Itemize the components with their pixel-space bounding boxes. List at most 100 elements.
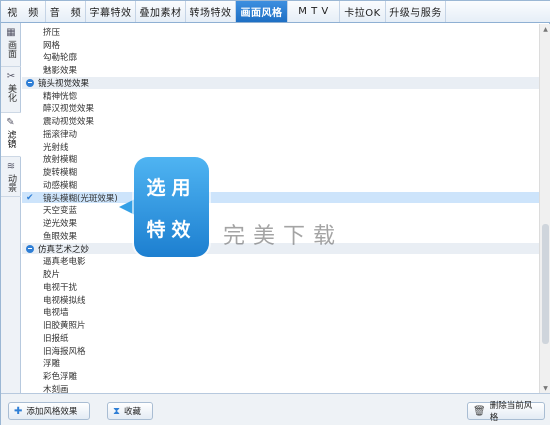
list-item[interactable]: 魅影效果 bbox=[22, 64, 539, 76]
collect-button[interactable]: ⧗ 收藏 bbox=[107, 402, 153, 420]
list-scrollbar[interactable]: ▲ ▼ bbox=[539, 24, 550, 393]
side-tab-0[interactable]: ▦ 画面 bbox=[1, 23, 21, 67]
list-item-label: 旋转模糊 bbox=[43, 168, 78, 178]
list-item[interactable]: 浮雕 bbox=[22, 358, 539, 370]
list-item[interactable]: 摇滚律动 bbox=[22, 128, 539, 140]
list-item[interactable]: 旋转模糊 bbox=[22, 166, 539, 178]
list-item[interactable]: 醉汉视觉效果 bbox=[22, 103, 539, 115]
tab-5[interactable]: 画面风格 bbox=[236, 1, 288, 22]
list-item-label: 逆光效果 bbox=[43, 219, 78, 229]
tab-3[interactable]: 叠加素材 bbox=[136, 1, 186, 22]
top-tab-bar: 视 频音 频字幕特效 叠加素材 转场特效 画面风格 M T V 卡拉OK 升级与服务 bbox=[1, 1, 550, 23]
side-tab-icon: ▦ bbox=[6, 27, 16, 38]
list-item-label: 旧海报风格 bbox=[43, 346, 86, 357]
watermark: 完美下载 bbox=[223, 224, 344, 249]
callout-line-1: 选用 bbox=[146, 177, 197, 199]
list-item[interactable]: 旧胶黄照片 bbox=[22, 319, 539, 331]
collect-label: 收藏 bbox=[124, 407, 142, 417]
list-item[interactable]: 震动视觉效果 bbox=[22, 115, 539, 127]
tab-8[interactable]: 升级与服务 bbox=[386, 1, 446, 22]
list-item[interactable]: 旧报纸 bbox=[22, 332, 539, 344]
callout-line-2: 特效 bbox=[146, 219, 197, 241]
list-item-label: 镜头模糊(光斑效果) bbox=[43, 193, 118, 204]
side-tab-label: 动景 bbox=[6, 174, 16, 192]
list-item-label: 旧报纸 bbox=[43, 333, 69, 344]
list-item-label: 电视干扰 bbox=[43, 282, 78, 293]
hourglass-icon: ⧗ bbox=[113, 405, 121, 417]
side-tab-1[interactable]: ✂ 美化 bbox=[1, 67, 21, 113]
side-tab-icon: ✎ bbox=[6, 117, 15, 128]
list-item-label: 挤压 bbox=[43, 27, 61, 38]
list-item-label: 放射模糊 bbox=[43, 155, 78, 166]
tab-2[interactable]: 字幕特效 bbox=[86, 1, 136, 22]
side-tab-label: 滤镜 bbox=[5, 130, 16, 148]
list-item[interactable]: 旧海报风格 bbox=[22, 345, 539, 357]
scroll-thumb[interactable] bbox=[542, 224, 549, 344]
list-item-label: 胶片 bbox=[43, 270, 61, 280]
callout-pointer bbox=[119, 199, 135, 215]
list-group-header[interactable]: 镜头视觉效果 bbox=[22, 77, 539, 89]
list-item-label: 魅影效果 bbox=[43, 66, 78, 76]
collapse-toggle-icon[interactable] bbox=[26, 78, 34, 87]
list-item-label: 醉汉视觉效果 bbox=[43, 104, 95, 115]
list-item[interactable]: 勾勒轮廓 bbox=[22, 52, 539, 64]
list-item[interactable]: 光射线 bbox=[22, 141, 539, 153]
scroll-up-arrow-icon[interactable]: ▲ bbox=[540, 24, 550, 34]
tab-7[interactable]: 卡拉OK bbox=[340, 1, 386, 22]
side-tab-label: 画面 bbox=[6, 40, 16, 58]
effect-list: 挤压网格勾勒轮廓魅影效果镜头视觉效果精神恍惚醉汉视觉效果 震动视觉效果 摇滚律动光射… bbox=[22, 24, 539, 393]
list-item[interactable]: 放射模糊 bbox=[22, 154, 539, 166]
list-item[interactable]: 天空变蓝 bbox=[22, 205, 539, 217]
list-item[interactable]: 动感模糊 bbox=[22, 179, 539, 191]
tab-6[interactable]: M T V bbox=[288, 1, 340, 22]
list-item-label: 浮雕 bbox=[43, 359, 61, 370]
tab-4[interactable]: 转场特效 bbox=[186, 1, 236, 22]
scroll-down-arrow-icon[interactable]: ▼ bbox=[540, 383, 550, 393]
tab-0[interactable]: 视 频 bbox=[1, 1, 46, 22]
list-item-label: 电视模拟线 bbox=[43, 295, 86, 306]
side-tab-label: 美化 bbox=[6, 84, 16, 102]
trash-icon: 🗑 bbox=[473, 405, 486, 417]
list-item[interactable]: ✔ 镜头模糊(光斑效果) bbox=[22, 191, 539, 204]
list-item[interactable]: 胶片 bbox=[22, 268, 539, 280]
list-item-label: 摇滚律动 bbox=[43, 129, 78, 140]
list-item-label: 鱼眼效果 bbox=[43, 231, 78, 242]
list-item-label: 木刻画 bbox=[43, 384, 69, 393]
list-item-label: 动感模糊 bbox=[43, 180, 78, 191]
list-item[interactable]: 木刻画 bbox=[22, 383, 539, 393]
list-item-label: 网格 bbox=[43, 40, 61, 51]
list-item-label: 彩色浮雕 bbox=[43, 372, 78, 382]
list-item[interactable]: 彩色浮雕 bbox=[22, 370, 539, 382]
bottom-toolbar: ✚ 添加风格效果 ⧗ 收藏 🗑 删除当前风格 bbox=[1, 393, 550, 425]
list-item-label: 震动视觉效果 bbox=[43, 117, 95, 127]
side-tab-2[interactable]: ✎ 滤镜 bbox=[1, 113, 21, 157]
list-item-label: 电视墙 bbox=[43, 308, 69, 319]
side-tab-3[interactable]: ≋ 动景 bbox=[1, 157, 21, 197]
list-item[interactable]: 电视模拟线 bbox=[22, 294, 539, 306]
list-item[interactable]: 逼真老电影 bbox=[22, 256, 539, 267]
list-item-label: 镜头视觉效果 bbox=[38, 78, 90, 89]
list-item-label: 仿真艺术之妙 bbox=[38, 244, 90, 255]
list-item-label: 勾勒轮廓 bbox=[43, 53, 78, 64]
list-item[interactable]: 精神恍惚 bbox=[22, 90, 539, 102]
side-tab-icon: ✂ bbox=[6, 71, 16, 82]
checkmark-icon: ✔ bbox=[26, 192, 34, 203]
list-item-label: 精神恍惚 bbox=[43, 91, 78, 102]
list-item-label: 光射线 bbox=[43, 142, 69, 153]
side-tab-bar: ▦ 画面 ✂ 美化 ✎ 滤镜 ≋ 动景 bbox=[1, 23, 21, 393]
side-tab-icon: ≋ bbox=[6, 161, 16, 172]
list-item[interactable]: 电视干扰 bbox=[22, 281, 539, 293]
add-style-button[interactable]: ✚ 添加风格效果 bbox=[8, 402, 90, 420]
delete-style-label: 删除当前风格 bbox=[489, 401, 533, 423]
window: 视 频音 频字幕特效 叠加素材 转场特效 画面风格 M T V 卡拉OK 升级与服务 ▦ 画面… bbox=[0, 0, 550, 425]
delete-style-button[interactable]: 🗑 删除当前风格 bbox=[467, 401, 545, 423]
tab-1[interactable]: 音 频 bbox=[46, 1, 86, 22]
collapse-toggle-icon[interactable] bbox=[26, 244, 34, 253]
list-item-label: 天空变蓝 bbox=[43, 206, 78, 217]
list-item[interactable]: 电视墙 bbox=[22, 307, 539, 319]
list-item-label: 旧胶黄照片 bbox=[43, 321, 86, 331]
add-style-label: 添加风格效果 bbox=[26, 407, 78, 417]
list-item[interactable]: 网格 bbox=[22, 39, 539, 51]
list-item[interactable]: 挤压 bbox=[22, 26, 539, 38]
add-sparkle-icon: ✚ bbox=[14, 405, 23, 417]
